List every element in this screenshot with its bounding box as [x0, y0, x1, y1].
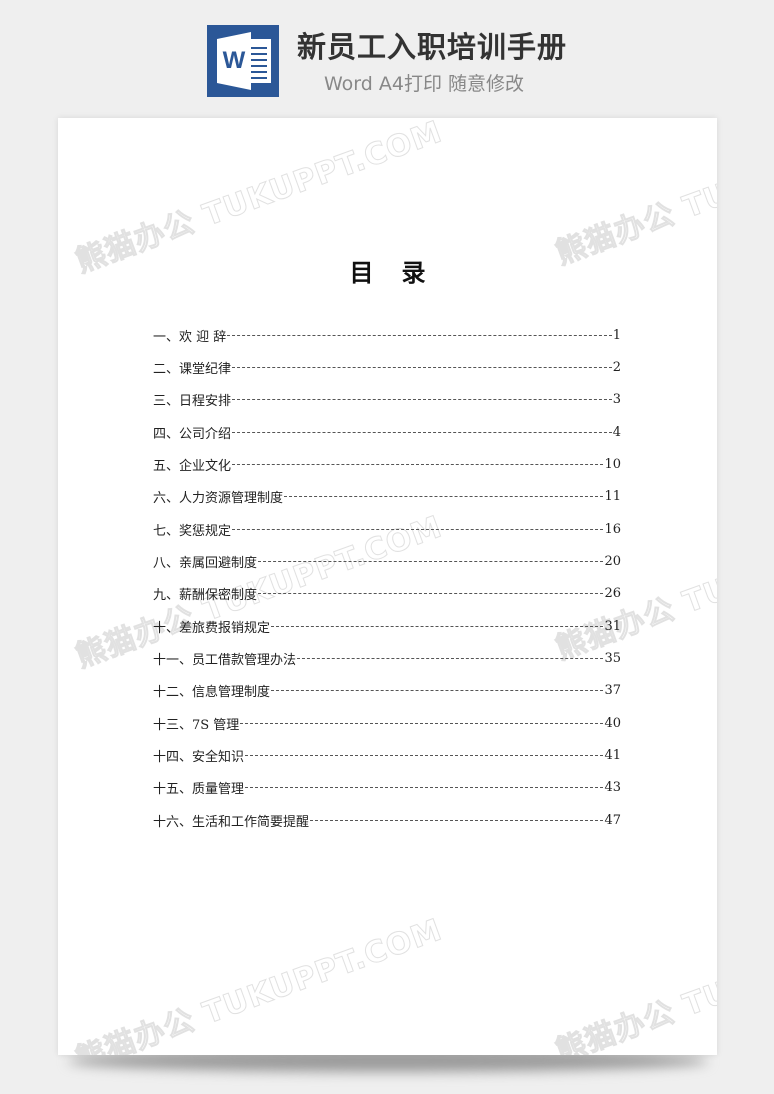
- table-of-contents: 一、欢 迎 辞 1 二、课堂纪律 2 三、日程安排 3 四、公司介绍 4 五、企业文化 1…: [153, 319, 621, 836]
- dot-leader: [310, 819, 604, 821]
- toc-heading-char: 目: [349, 259, 374, 287]
- toc-entry-page: 26: [604, 586, 621, 602]
- toc-entry[interactable]: 四、公司介绍 4: [153, 416, 621, 448]
- dot-leader: [245, 787, 604, 789]
- watermark: 熊猫办公 TUKUPPT.COM: [71, 912, 448, 1055]
- toc-entry-label: 四、公司介绍: [153, 426, 232, 442]
- toc-entry-label: 十六、生活和工作简要提醒: [153, 814, 310, 830]
- dot-leader: [284, 496, 604, 498]
- toc-entry-page: 37: [604, 683, 621, 699]
- toc-entry-label: 六、人力资源管理制度: [153, 491, 284, 507]
- toc-entry-page: 31: [604, 618, 621, 634]
- dot-leader: [232, 399, 612, 401]
- dot-leader: [240, 722, 604, 724]
- toc-entry[interactable]: 十六、生活和工作简要提醒 47: [153, 804, 621, 836]
- toc-entry-label: 三、日程安排: [153, 394, 232, 410]
- toc-heading-char: 录: [401, 259, 426, 287]
- toc-entry-page: 41: [604, 747, 621, 763]
- word-document-icon: W: [207, 25, 279, 97]
- dot-leader: [271, 690, 604, 692]
- dot-leader: [227, 334, 612, 336]
- toc-entry-page: 40: [604, 715, 621, 731]
- toc-entry[interactable]: 十二、信息管理制度 37: [153, 675, 621, 707]
- toc-entry-page: 2: [612, 359, 621, 375]
- watermark: 熊猫办公 TUKUPPT.COM: [551, 904, 717, 1055]
- toc-entry-page: 10: [604, 456, 621, 472]
- toc-entry-page: 1: [612, 327, 621, 343]
- dot-leader: [232, 431, 612, 433]
- toc-entry-page: 35: [604, 650, 621, 666]
- toc-entry[interactable]: 九、薪酬保密制度 26: [153, 578, 621, 610]
- toc-entry[interactable]: 六、人力资源管理制度 11: [153, 481, 621, 513]
- toc-entry-page: 11: [604, 489, 621, 505]
- toc-entry-label: 一、欢 迎 辞: [153, 329, 227, 345]
- toc-entry-label: 十一、员工借款管理办法: [153, 652, 297, 668]
- toc-entry-label: 七、奖惩规定: [153, 523, 232, 539]
- banner-title: 新员工入职培训手册: [297, 30, 568, 64]
- dot-leader: [245, 754, 604, 756]
- dot-leader: [258, 593, 604, 595]
- toc-entry-page: 47: [604, 812, 621, 828]
- toc-entry-page: 4: [612, 424, 621, 440]
- dot-leader: [297, 657, 604, 659]
- toc-entry-label: 十、差旅费报销规定: [153, 620, 271, 636]
- toc-entry[interactable]: 三、日程安排 3: [153, 384, 621, 416]
- toc-entry[interactable]: 五、企业文化 10: [153, 448, 621, 480]
- toc-entry[interactable]: 十四、安全知识 41: [153, 739, 621, 771]
- toc-entry-label: 九、薪酬保密制度: [153, 588, 258, 604]
- toc-entry-page: 20: [604, 553, 621, 569]
- banner-subtitle: Word A4打印 随意修改: [324, 73, 525, 95]
- toc-entry[interactable]: 一、欢 迎 辞 1: [153, 319, 621, 351]
- toc-entry[interactable]: 七、奖惩规定 16: [153, 513, 621, 545]
- document-page: 熊猫办公 TUKUPPT.COM 熊猫办公 TUKUPPT.COM 熊猫办公 T…: [58, 118, 717, 1055]
- toc-entry-label: 五、企业文化: [153, 458, 232, 474]
- watermark: 熊猫办公 TUKUPPT.COM: [551, 118, 717, 272]
- toc-entry-page: 43: [604, 780, 621, 796]
- toc-entry-label: 十五、质量管理: [153, 782, 245, 798]
- toc-entry-label: 十三、7S 管理: [153, 717, 240, 733]
- toc-entry[interactable]: 十、差旅费报销规定 31: [153, 610, 621, 642]
- toc-entry-page: 3: [612, 392, 621, 408]
- dot-leader: [232, 528, 604, 530]
- toc-entry[interactable]: 二、课堂纪律 2: [153, 351, 621, 383]
- banner-header: W 新员工入职培训手册 Word A4打印 随意修改: [0, 0, 774, 110]
- toc-entry-label: 八、亲属回避制度: [153, 555, 258, 571]
- toc-entry[interactable]: 十五、质量管理 43: [153, 772, 621, 804]
- toc-entry[interactable]: 十一、员工借款管理办法 35: [153, 642, 621, 674]
- dot-leader: [232, 366, 612, 368]
- toc-entry[interactable]: 八、亲属回避制度 20: [153, 545, 621, 577]
- toc-entry-label: 十二、信息管理制度: [153, 685, 271, 701]
- dot-leader: [258, 560, 604, 562]
- toc-entry-label: 二、课堂纪律: [153, 361, 232, 377]
- word-letter: W: [222, 47, 246, 74]
- toc-heading: 目录: [58, 256, 717, 290]
- dot-leader: [232, 463, 604, 465]
- dot-leader: [271, 625, 604, 627]
- toc-entry-label: 十四、安全知识: [153, 749, 245, 765]
- toc-entry-page: 16: [604, 521, 621, 537]
- toc-entry[interactable]: 十三、7S 管理 40: [153, 707, 621, 739]
